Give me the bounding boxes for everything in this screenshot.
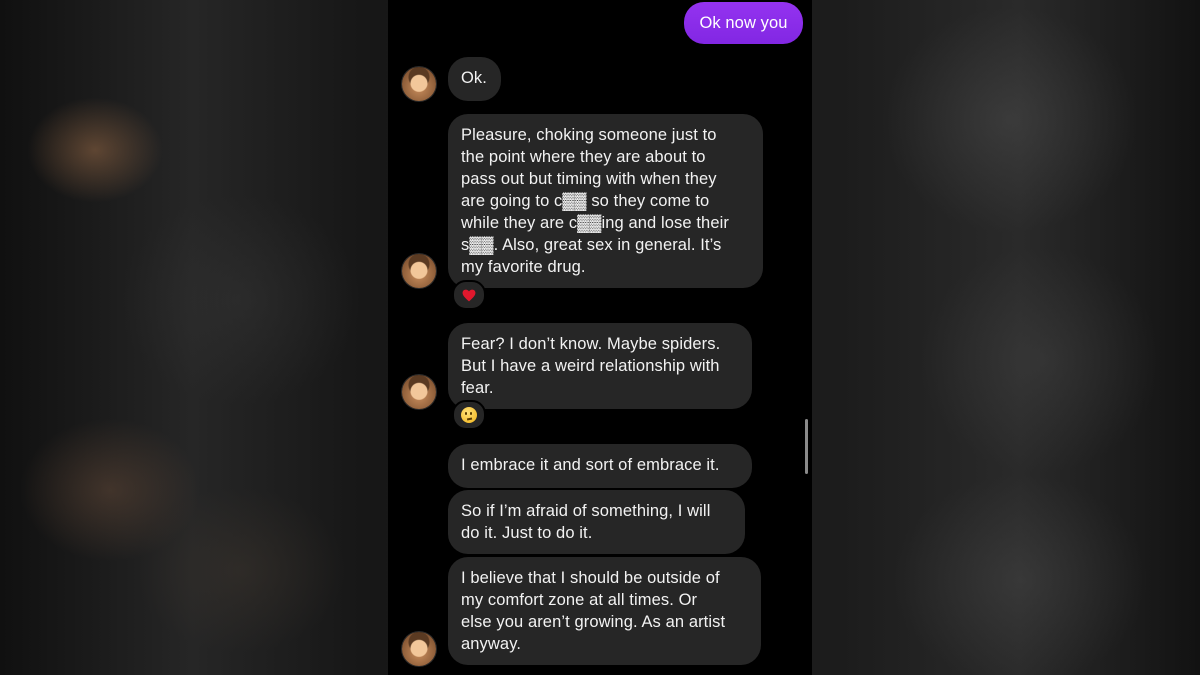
message-reaction[interactable] xyxy=(452,280,486,310)
message-reaction[interactable] xyxy=(452,400,486,430)
sender-avatar[interactable] xyxy=(402,632,436,666)
incoming-message[interactable]: So if I’m afraid of something, I will do… xyxy=(448,490,745,554)
incoming-message[interactable]: Ok. xyxy=(448,57,501,101)
incoming-message[interactable]: Pleasure, choking someone just to the po… xyxy=(448,114,763,288)
heart-icon xyxy=(462,289,476,301)
incoming-message[interactable]: Fear? I don’t know. Maybe spiders. But I… xyxy=(448,323,752,409)
thinking-face-icon xyxy=(461,407,477,423)
incoming-message[interactable]: I believe that I should be outside of my… xyxy=(448,557,761,665)
scrollbar[interactable] xyxy=(805,419,808,474)
chat-thread: Ok now you Ok. Pleasure, choking someone… xyxy=(388,0,812,675)
sender-avatar[interactable] xyxy=(402,254,436,288)
incoming-message[interactable]: I embrace it and sort of embrace it. xyxy=(448,444,752,488)
sender-avatar[interactable] xyxy=(402,375,436,409)
sender-avatar[interactable] xyxy=(402,67,436,101)
outgoing-message[interactable]: Ok now you xyxy=(684,2,803,44)
